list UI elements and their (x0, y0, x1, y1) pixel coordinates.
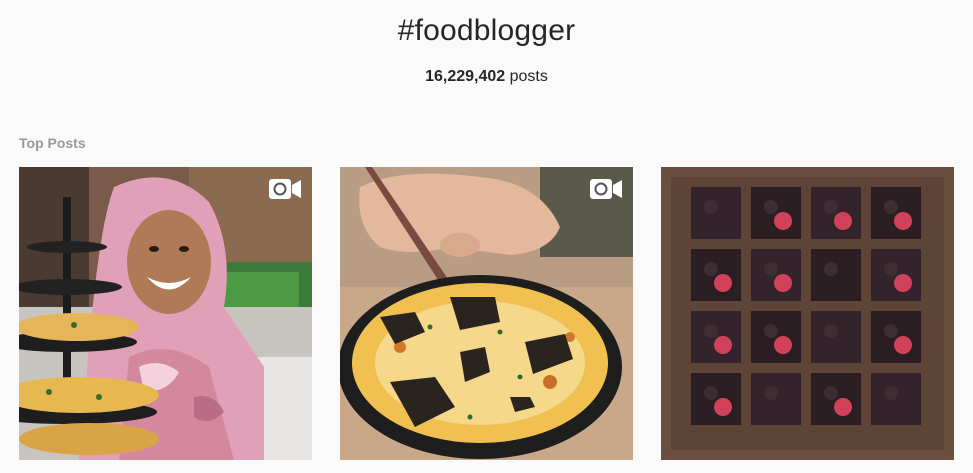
post-thumbnail-3[interactable] (661, 167, 954, 460)
post-thumbnail-1[interactable] (19, 167, 312, 460)
top-posts-grid (19, 167, 954, 460)
post-thumbnail-2[interactable] (340, 167, 633, 460)
post-count-suffix: posts (505, 68, 548, 85)
post-count: 16,229,402 posts (0, 68, 973, 86)
post-image-2 (340, 167, 633, 460)
top-posts-heading: Top Posts (19, 135, 86, 151)
post-count-number: 16,229,402 (425, 68, 506, 85)
hashtag-page: #foodblogger 16,229,402 posts Top Posts (0, 0, 973, 473)
page-title: #foodblogger (397, 14, 576, 47)
post-image-1 (19, 167, 312, 460)
video-camera-icon (269, 179, 301, 199)
video-camera-icon (590, 179, 622, 199)
post-image-3 (661, 167, 954, 460)
